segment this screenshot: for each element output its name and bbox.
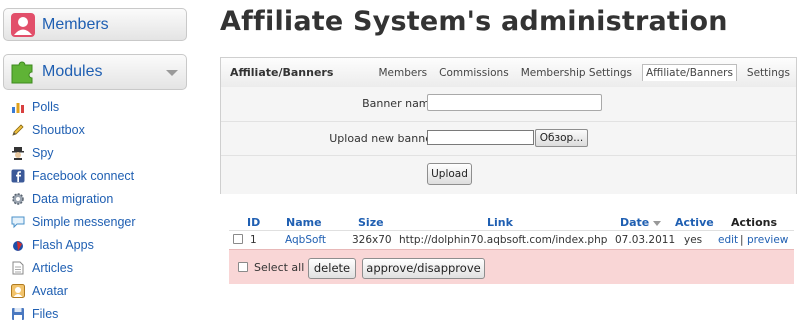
sidebar-item-facebook-connect[interactable]: Facebook connect (0, 164, 192, 187)
members-menu-header[interactable]: Members (3, 8, 187, 41)
approve-disapprove-button[interactable]: approve/disapprove (362, 258, 485, 279)
browse-button[interactable]: Обзор... (535, 129, 588, 147)
sidebar-item-label: Avatar (32, 283, 68, 298)
select-all-checkbox[interactable] (238, 262, 248, 272)
sort-desc-icon (653, 220, 662, 226)
members-menu-label: Members (42, 15, 109, 33)
preview-link[interactable]: preview (747, 234, 788, 246)
sidebar-item-shoutbox[interactable]: Shoutbox (0, 118, 192, 141)
action-separator: | (740, 234, 744, 246)
tab-members[interactable]: Members (376, 65, 429, 81)
cell-size: 326x70 (352, 234, 392, 246)
select-all-label[interactable]: Select all (254, 261, 304, 274)
sidebar: Members Modules Polls Shoutbox Spy Faceb… (0, 0, 192, 321)
column-header-actions: Actions (731, 216, 777, 229)
upload-button[interactable]: Upload (427, 163, 472, 185)
cell-active: yes (684, 234, 703, 246)
panel-header: Affiliate/Banners Members Commissions Me… (221, 58, 796, 88)
cell-link: http://dolphin70.aqbsoft.com/index.php (399, 234, 608, 246)
sidebar-item-flash-apps[interactable]: Flash Apps (0, 233, 192, 256)
sidebar-item-articles[interactable]: Articles (0, 256, 192, 279)
bulk-actions-bar: Select all delete approve/disapprove (229, 249, 794, 284)
speech-bubble-icon (11, 215, 25, 229)
modules-menu-label: Modules (42, 63, 103, 80)
banners-table: ID Name Size Link Date Active Actions 1 … (229, 214, 794, 248)
column-header-name[interactable]: Name (286, 216, 322, 229)
pencil-icon (11, 123, 25, 137)
file-path-field[interactable] (427, 130, 534, 145)
banner-name-input[interactable] (427, 94, 602, 111)
migration-gear-icon (11, 192, 25, 206)
sidebar-item-polls[interactable]: Polls (0, 95, 192, 118)
sidebar-item-label: Simple messenger (32, 214, 136, 229)
upload-banner-label: Upload new banner: (329, 132, 440, 145)
banner-name-row: Banner name: (221, 87, 796, 121)
row-checkbox[interactable] (233, 234, 243, 244)
delete-button[interactable]: delete (308, 258, 356, 279)
avatar-icon (11, 283, 25, 298)
table-row: 1 AqbSoft 326x70 http://dolphin70.aqbsof… (229, 230, 794, 248)
document-icon (11, 261, 25, 275)
sidebar-item-label: Data migration (32, 191, 114, 206)
modules-menu-header[interactable]: Modules (3, 54, 187, 90)
sidebar-item-label: Shoutbox (32, 122, 85, 137)
tab-affiliate-banners[interactable]: Affiliate/Banners (642, 64, 737, 81)
floppy-icon (11, 307, 25, 321)
column-header-id[interactable]: ID (247, 216, 260, 229)
sidebar-item-label: Facebook connect (32, 168, 135, 183)
sidebar-item-files[interactable]: Files (0, 302, 192, 325)
affiliate-banners-panel: Affiliate/Banners Members Commissions Me… (220, 57, 797, 194)
puzzle-icon (8, 57, 38, 87)
column-header-date[interactable]: Date (620, 216, 662, 229)
column-header-size[interactable]: Size (358, 216, 384, 229)
sidebar-item-spy[interactable]: Spy (0, 141, 192, 164)
chevron-down-icon[interactable] (166, 70, 178, 76)
sidebar-item-label: Flash Apps (32, 237, 94, 252)
sidebar-item-simple-messenger[interactable]: Simple messenger (0, 210, 192, 233)
flash-icon (11, 238, 25, 252)
sidebar-item-label: Files (32, 306, 59, 321)
members-icon (8, 10, 38, 40)
cell-id: 1 (250, 234, 257, 246)
sidebar-item-data-migration[interactable]: Data migration (0, 187, 192, 210)
page-title: Affiliate System's administration (220, 6, 728, 37)
panel-title: Affiliate/Banners (230, 66, 334, 79)
column-header-active[interactable]: Active (675, 216, 714, 229)
upload-button-row: Upload (221, 155, 796, 194)
column-header-link[interactable]: Link (487, 216, 513, 229)
edit-link[interactable]: edit (718, 234, 738, 246)
sidebar-item-label: Polls (32, 99, 60, 114)
cell-date: 07.03.2011 (615, 234, 676, 246)
facebook-icon (11, 169, 25, 183)
cell-name-link[interactable]: AqbSoft (285, 234, 326, 246)
modules-list: Polls Shoutbox Spy Facebook connect Data… (0, 95, 192, 325)
column-header-date-label: Date (620, 216, 650, 229)
upload-banner-row: Upload new banner: Обзор... (221, 121, 796, 156)
sidebar-item-avatar[interactable]: Avatar (0, 279, 192, 302)
bar-chart-icon (11, 100, 25, 114)
tab-settings[interactable]: Settings (745, 65, 792, 81)
sidebar-item-label: Articles (32, 260, 73, 275)
panel-tabs: Members Commissions Membership Settings … (368, 64, 792, 81)
tab-commissions[interactable]: Commissions (437, 65, 511, 81)
tab-membership-settings[interactable]: Membership Settings (519, 65, 634, 81)
spy-icon (11, 146, 25, 160)
sidebar-item-label: Spy (32, 145, 54, 160)
table-header: ID Name Size Link Date Active Actions (229, 214, 794, 230)
